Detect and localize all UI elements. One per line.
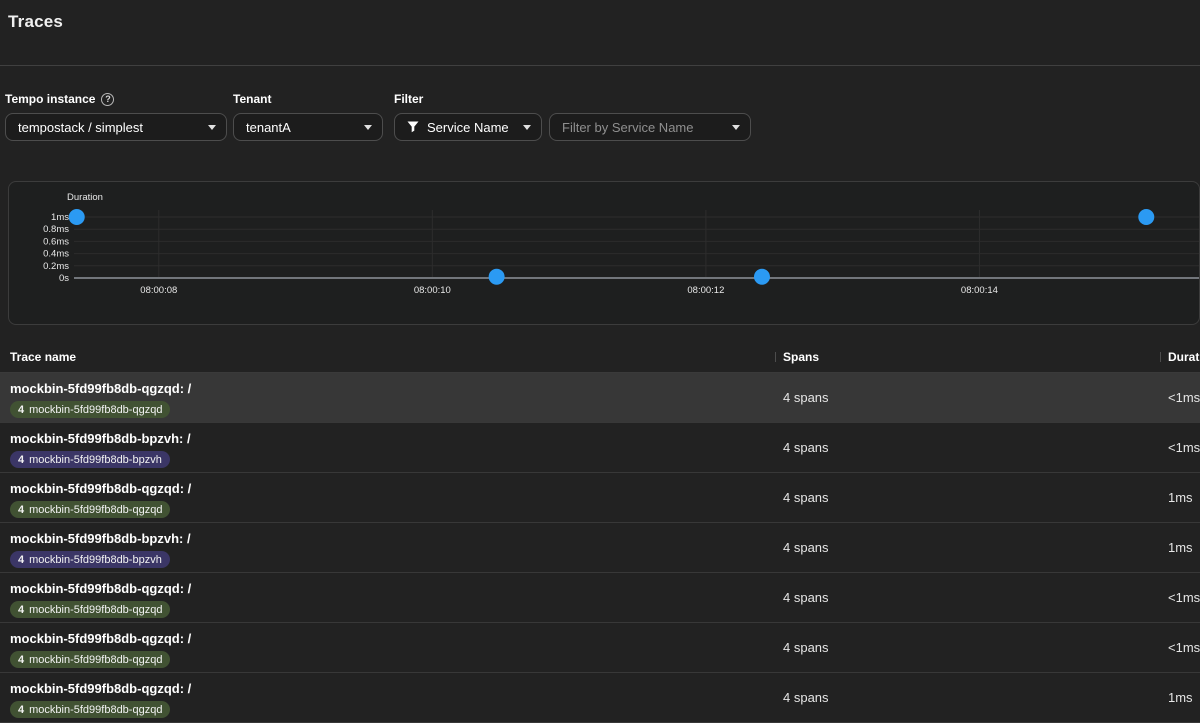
table-row[interactable]: mockbin-5fd99fb8db-qgzqd: / 4mockbin-5fd9… (0, 373, 1200, 423)
table-row[interactable]: mockbin-5fd99fb8db-qgzqd: / 4mockbin-5fd9… (0, 623, 1200, 673)
spans-cell: 4 spans (775, 523, 1160, 572)
filter-funnel-icon (407, 121, 419, 133)
duration-cell: <1ms (1160, 623, 1200, 672)
trace-point[interactable] (1138, 209, 1154, 225)
chevron-down-icon (523, 125, 531, 130)
duration-cell: 1ms (1160, 523, 1200, 572)
tempo-instance-label-text: Tempo instance (5, 92, 95, 106)
y-axis-tick-label: 0.4ms (43, 249, 69, 260)
x-axis-tick-label: 08:00:08 (140, 285, 177, 296)
y-axis-tick-label: 0s (59, 273, 69, 284)
spans-cell: 4 spans (775, 673, 1160, 722)
duration-scatter-panel: 1ms0.8ms0.6ms 0.4ms0.2ms0s 08:00:08 08:00:1… (8, 181, 1200, 325)
filter-group: Filter Service Name Filter by Service Na… (394, 92, 751, 141)
service-badge: 4mockbin-5fd99fb8db-bpzvh (10, 551, 170, 568)
trace-name-link[interactable]: mockbin-5fd99fb8db-bpzvh: / (10, 431, 775, 447)
tenant-label: Tenant (233, 92, 383, 106)
y-axis-tick-label: 0.2ms (43, 261, 69, 272)
tempo-instance-value: tempostack / simplest (18, 120, 198, 135)
trace-name-link[interactable]: mockbin-5fd99fb8db-qgzqd: / (10, 481, 775, 497)
table-row[interactable]: mockbin-5fd99fb8db-bpzvh: / 4mockbin-5fd9… (0, 423, 1200, 473)
filter-value-placeholder: Filter by Service Name (562, 120, 722, 135)
spans-cell: 4 spans (775, 373, 1160, 422)
filter-attribute-value: Service Name (427, 120, 513, 135)
tenant-group: Tenant tenantA (233, 92, 383, 141)
trace-name-link[interactable]: mockbin-5fd99fb8db-qgzqd: / (10, 681, 775, 697)
column-header-spans[interactable]: Spans (775, 350, 1160, 364)
trace-name-link[interactable]: mockbin-5fd99fb8db-qgzqd: / (10, 381, 775, 397)
chevron-down-icon (208, 125, 216, 130)
service-badge: 4mockbin-5fd99fb8db-qgzqd (10, 501, 170, 518)
duration-cell: <1ms (1160, 573, 1200, 622)
trace-point[interactable] (69, 209, 85, 225)
spans-cell: 4 spans (775, 573, 1160, 622)
duration-cell: <1ms (1160, 373, 1200, 422)
duration-cell: 1ms (1160, 473, 1200, 522)
table-row[interactable]: mockbin-5fd99fb8db-qgzqd: / 4mockbin-5fd9… (0, 473, 1200, 523)
x-axis-tick-label: 08:00:10 (414, 285, 451, 296)
table-row[interactable]: mockbin-5fd99fb8db-qgzqd: / 4mockbin-5fd9… (0, 573, 1200, 623)
duration-chart: 1ms0.8ms0.6ms 0.4ms0.2ms0s 08:00:08 08:00:1… (9, 182, 1200, 325)
spans-cell: 4 spans (775, 473, 1160, 522)
duration-cell: 1ms (1160, 673, 1200, 722)
spans-cell: 4 spans (775, 623, 1160, 672)
page-title: Traces (8, 12, 1200, 32)
table-body: mockbin-5fd99fb8db-qgzqd: / 4mockbin-5fd9… (0, 373, 1200, 723)
service-badge: 4mockbin-5fd99fb8db-qgzqd (10, 401, 170, 418)
filter-toolbar: Tempo instance ? tempostack / simplest T… (0, 66, 1200, 141)
trace-name-link[interactable]: mockbin-5fd99fb8db-qgzqd: / (10, 631, 775, 647)
chevron-down-icon (732, 125, 740, 130)
y-axis-tick-label: 1ms (51, 212, 69, 223)
filter-label: Filter (394, 92, 751, 106)
service-badge: 4mockbin-5fd99fb8db-qgzqd (10, 601, 170, 618)
traces-table: Trace name Spans Duration mockbin-5fd99f… (0, 341, 1200, 723)
y-axis-tick-label: 0.8ms (43, 224, 69, 235)
trace-name-link[interactable]: mockbin-5fd99fb8db-qgzqd: / (10, 581, 775, 597)
filter-value-select[interactable]: Filter by Service Name (549, 113, 751, 141)
spans-cell: 4 spans (775, 423, 1160, 472)
y-axis-tick-label: 0.6ms (43, 236, 69, 247)
chevron-down-icon (364, 125, 372, 130)
service-badge: 4mockbin-5fd99fb8db-bpzvh (10, 451, 170, 468)
tempo-instance-select[interactable]: tempostack / simplest (5, 113, 227, 141)
tempo-instance-label: Tempo instance ? (5, 92, 227, 106)
duration-cell: <1ms (1160, 423, 1200, 472)
tenant-value: tenantA (246, 120, 354, 135)
x-axis-tick-label: 08:00:12 (687, 285, 724, 296)
y-axis-title: Duration (67, 192, 103, 203)
service-badge: 4mockbin-5fd99fb8db-qgzqd (10, 701, 170, 718)
page-header: Traces (0, 0, 1200, 66)
table-header-row: Trace name Spans Duration (0, 341, 1200, 373)
trace-point[interactable] (489, 269, 505, 285)
table-row[interactable]: mockbin-5fd99fb8db-bpzvh: / 4mockbin-5fd9… (0, 523, 1200, 573)
tenant-select[interactable]: tenantA (233, 113, 383, 141)
trace-point[interactable] (754, 269, 770, 285)
service-badge: 4mockbin-5fd99fb8db-qgzqd (10, 651, 170, 668)
trace-name-link[interactable]: mockbin-5fd99fb8db-bpzvh: / (10, 531, 775, 547)
tempo-instance-group: Tempo instance ? tempostack / simplest (5, 92, 227, 141)
column-header-duration[interactable]: Duration (1160, 350, 1200, 364)
column-header-trace-name[interactable]: Trace name (0, 350, 775, 364)
help-icon[interactable]: ? (101, 93, 114, 106)
x-axis-tick-label: 08:00:14 (961, 285, 998, 296)
filter-attribute-select[interactable]: Service Name (394, 113, 542, 141)
